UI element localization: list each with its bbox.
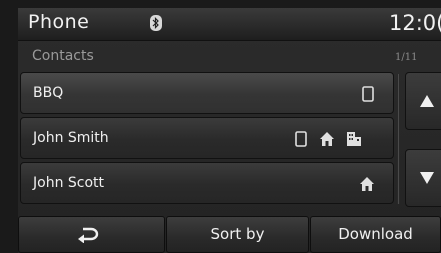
contact-name: John Scott [33,175,105,191]
list-header: Contacts 1/11 [18,41,441,71]
contact-row-bbq[interactable]: BBQ [20,72,394,114]
title-bar: Phone 12:0( [18,8,441,41]
scroll-down-button[interactable] [405,149,441,207]
contact-row-john-smith[interactable]: John Smith [20,117,394,159]
contact-name: BBQ [33,85,64,101]
contact-row-john-scott[interactable]: John Scott [20,162,394,204]
bluetooth-icon [150,15,162,31]
app-title: Phone [28,11,90,33]
office-icon [346,131,362,151]
mobile-phone-icon [362,86,374,106]
arrow-up-icon [420,95,434,107]
contact-name: John Smith [33,130,109,146]
home-icon [319,131,335,151]
download-button[interactable]: Download [310,216,441,253]
back-button[interactable] [18,216,165,253]
download-label: Download [338,225,413,243]
home-icon [359,176,375,196]
sort-by-label: Sort by [210,225,265,243]
section-label: Contacts [32,48,94,64]
phone-screen: Phone 12:0( Contacts 1/11 BBQ John Smith [18,8,441,253]
bottom-toolbar: Sort by Download [18,216,441,253]
mobile-phone-icon [295,131,307,151]
back-icon [78,227,99,243]
arrow-down-icon [420,172,434,184]
page-indicator: 1/11 [395,52,418,63]
sort-by-button[interactable]: Sort by [166,216,309,253]
scroll-up-button[interactable] [405,72,441,130]
list-divider [397,74,400,204]
clock: 12:0( [389,11,441,35]
